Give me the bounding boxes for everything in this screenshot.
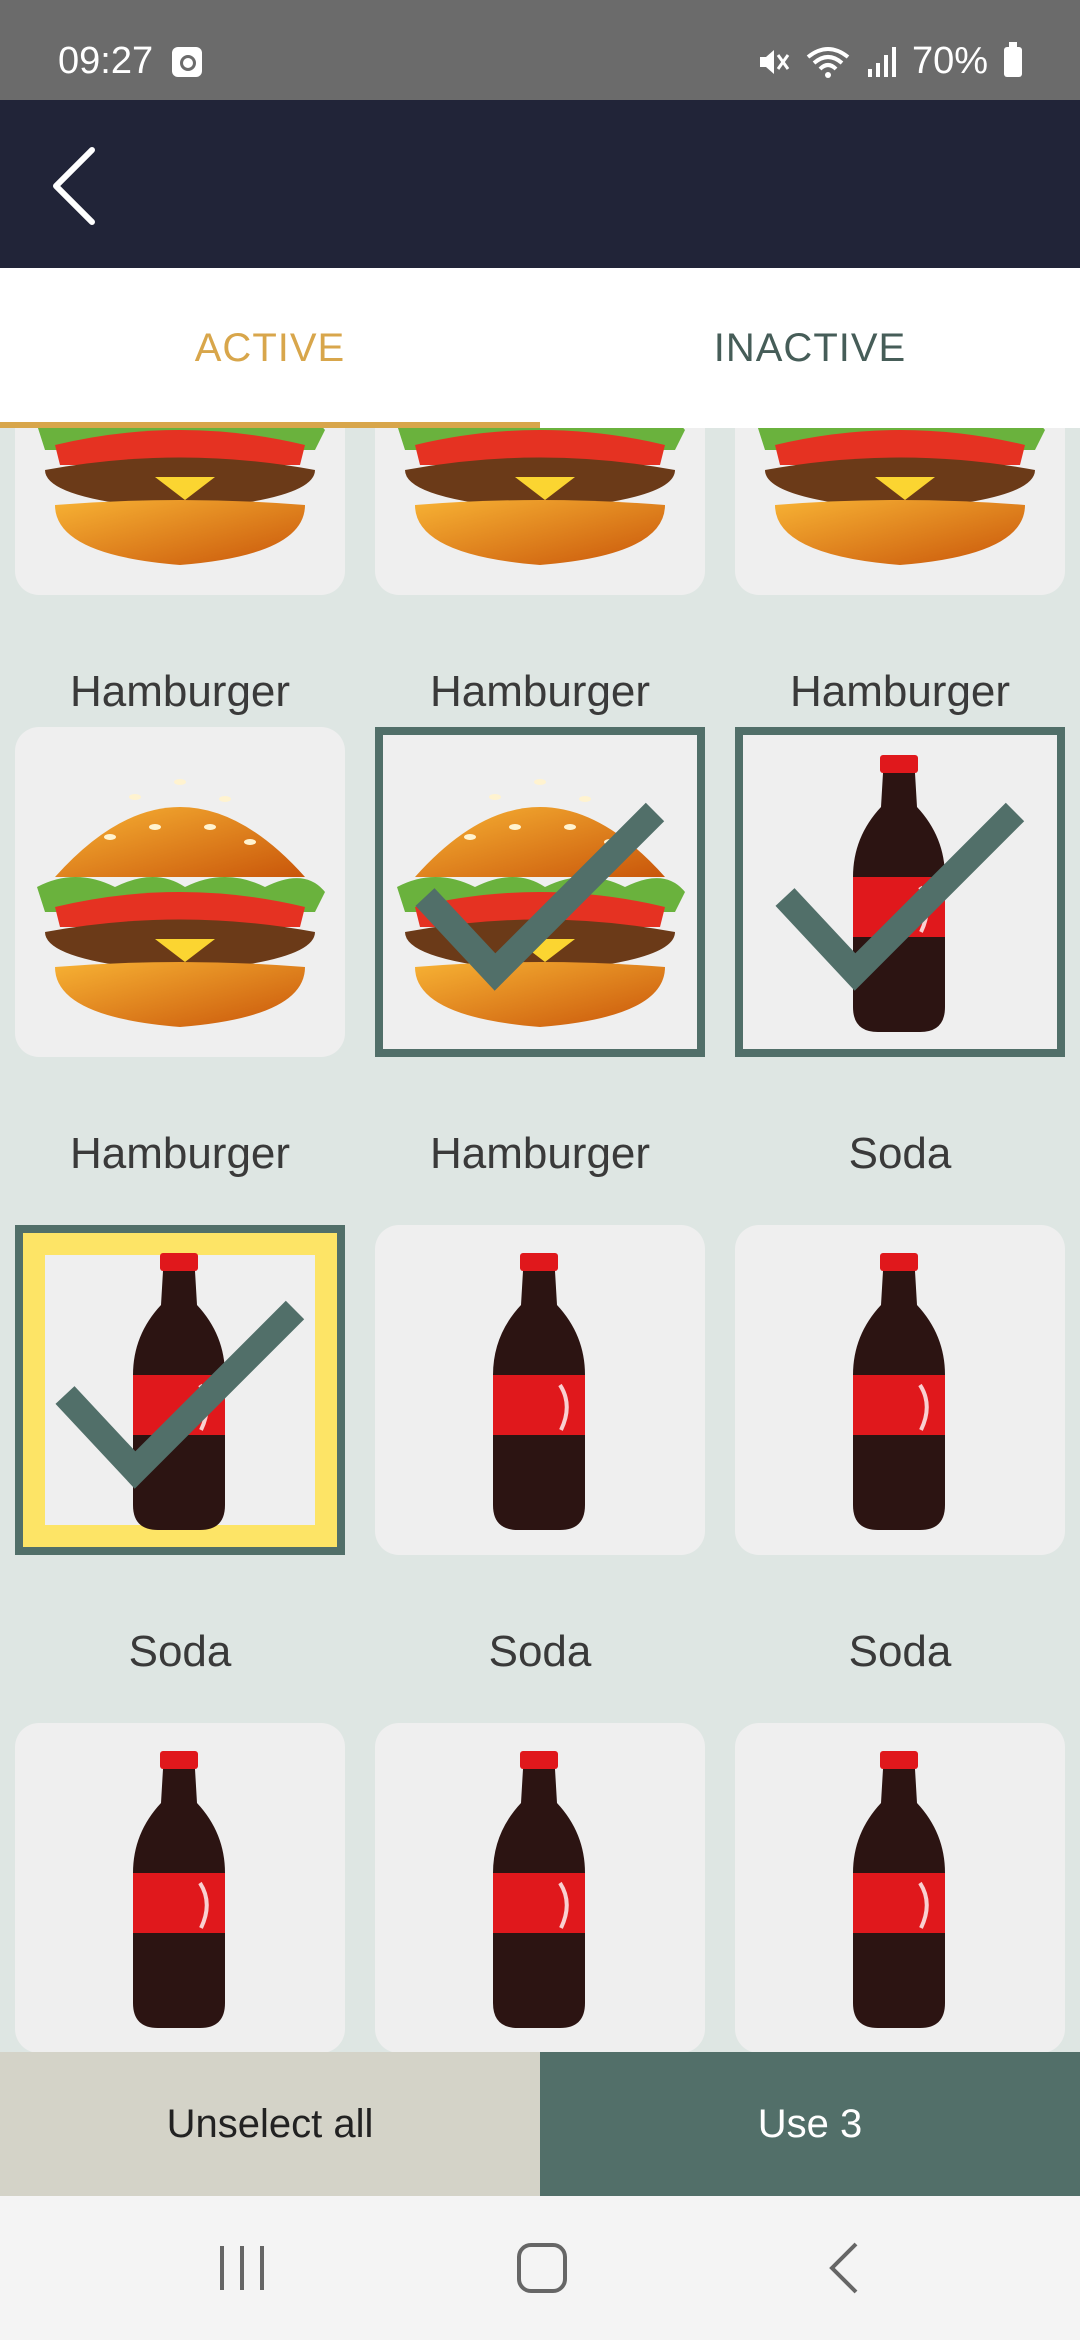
- soda-bottle-icon: [133, 1751, 225, 2028]
- soda-tile[interactable]: [735, 1225, 1065, 1555]
- use-selected-button[interactable]: Use 3: [540, 2052, 1080, 2196]
- status-indicators: 70%: [756, 40, 1022, 83]
- tile-label: Hamburger: [429, 667, 651, 716]
- chevron-left-icon: [53, 147, 95, 225]
- hamburger-tile[interactable]: [735, 428, 1065, 595]
- tile-label: Soda: [128, 1627, 232, 1676]
- checkmark-icon: [775, 802, 1025, 991]
- hamburger-icon: [37, 428, 325, 565]
- checkmark-icon: [55, 1300, 305, 1489]
- hamburger-icon: [37, 779, 325, 1027]
- alarm-icon: [172, 47, 202, 77]
- soda-tile[interactable]: [15, 1723, 345, 2052]
- tile-label: Hamburger: [69, 1129, 291, 1178]
- tile-label: Hamburger: [429, 1129, 651, 1178]
- app-header: [0, 100, 1080, 268]
- hamburger-tile[interactable]: [375, 727, 705, 1057]
- soda-tile[interactable]: [375, 1723, 705, 2052]
- tile-label: Soda: [848, 1129, 952, 1178]
- tab-active[interactable]: ACTIVE: [0, 268, 540, 428]
- hamburger-icon: [757, 428, 1045, 565]
- tile-label: Soda: [848, 1627, 952, 1676]
- battery-icon: [1004, 41, 1022, 77]
- wifi-icon: [806, 46, 850, 78]
- soda-tile[interactable]: [735, 1723, 1065, 2052]
- soda-bottle-icon: [853, 1751, 945, 2028]
- soda-bottle-icon: [493, 1253, 585, 1530]
- soda-tile[interactable]: [735, 727, 1065, 1057]
- back-icon[interactable]: [806, 2236, 886, 2300]
- soda-tile[interactable]: [375, 1225, 705, 1555]
- battery-percent: 70%: [911, 40, 988, 82]
- recent-apps-icon[interactable]: [202, 2236, 282, 2300]
- home-icon[interactable]: [502, 2236, 582, 2300]
- mute-icon: [759, 49, 790, 74]
- tile-label: Hamburger: [789, 667, 1011, 716]
- hamburger-icon: [397, 428, 685, 565]
- status-bar: 09:27 70%: [0, 0, 1080, 100]
- action-bar: Unselect all Use 3: [0, 2052, 1080, 2196]
- tab-bar: ACTIVE INACTIVE: [0, 268, 1080, 428]
- hamburger-tile[interactable]: [375, 428, 705, 595]
- system-nav-bar: [0, 2196, 1080, 2340]
- soda-bottle-icon: [493, 1751, 585, 2028]
- signal-icon: [867, 46, 896, 77]
- checkmark-icon: [415, 802, 665, 991]
- hamburger-tile[interactable]: [15, 428, 345, 595]
- tab-inactive[interactable]: INACTIVE: [540, 268, 1080, 428]
- soda-tile[interactable]: [15, 1225, 345, 1555]
- hamburger-tile[interactable]: [15, 727, 345, 1057]
- status-time: 09:27: [58, 40, 154, 82]
- tile-label: Hamburger: [69, 667, 291, 716]
- unselect-all-button[interactable]: Unselect all: [0, 2052, 540, 2196]
- tile-label: Soda: [488, 1627, 592, 1676]
- back-button[interactable]: [40, 140, 130, 230]
- item-grid[interactable]: Hamburger Hamburger Hamburger Hamburger …: [0, 428, 1080, 2052]
- soda-bottle-icon: [853, 1253, 945, 1530]
